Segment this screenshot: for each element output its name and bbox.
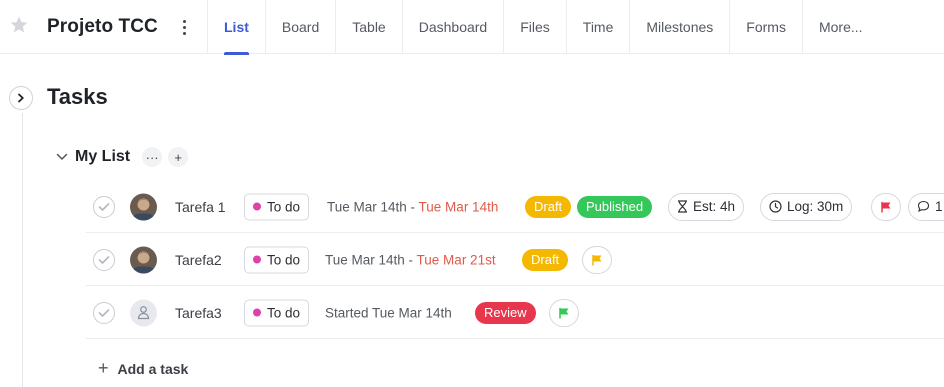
project-title: Projeto TCC: [47, 16, 158, 37]
status-dropdown[interactable]: To do: [244, 246, 310, 273]
unassigned-avatar[interactable]: [130, 299, 157, 326]
hourglass-icon: [678, 200, 687, 213]
tag-draft[interactable]: Draft: [522, 248, 569, 271]
due-date: Tue Mar 14th: [418, 199, 499, 214]
list-header: My List ··· +: [55, 146, 194, 168]
project-menu-icon[interactable]: [179, 18, 189, 36]
task-name[interactable]: Tarefa 1: [175, 199, 226, 215]
tab-more[interactable]: More...: [801, 0, 879, 54]
tag-published[interactable]: Published: [577, 195, 653, 218]
status-dot: [253, 308, 261, 317]
start-date: Tue Mar 14th -: [327, 199, 419, 214]
add-to-list-button[interactable]: +: [168, 147, 189, 167]
tag-draft[interactable]: Draft: [525, 195, 572, 218]
flag-icon: [559, 307, 569, 318]
task-dates[interactable]: Tue Mar 14th - Tue Mar 14th: [327, 199, 498, 214]
clock-icon: [769, 200, 782, 213]
complete-task-checkbox[interactable]: [93, 248, 115, 271]
chevron-right-icon: [18, 93, 24, 103]
star-icon[interactable]: [9, 15, 29, 35]
add-task-label: Add a task: [117, 360, 189, 377]
time-log-label: Log: 30m: [787, 199, 844, 214]
task-row[interactable]: Tarefa 1 To do Tue Mar 14th - Tue Mar 14…: [86, 181, 944, 233]
task-name[interactable]: Tarefa3: [175, 305, 222, 321]
list-title[interactable]: My List: [75, 148, 130, 166]
user-icon: [137, 306, 150, 320]
tag-review[interactable]: Review: [475, 301, 536, 324]
check-icon: [98, 308, 110, 317]
avatar[interactable]: [130, 246, 157, 273]
task-dates[interactable]: Started Tue Mar 14th: [325, 305, 452, 320]
tab-time[interactable]: Time: [565, 0, 630, 54]
estimate-chip[interactable]: Est: 4h: [668, 192, 745, 221]
task-row[interactable]: Tarefa3 To do Started Tue Mar 14th Revie…: [86, 287, 944, 339]
top-navigation: Projeto TCC List Board Table Dashboard F…: [0, 0, 944, 55]
tab-list[interactable]: List: [207, 0, 265, 55]
plus-icon: +: [98, 358, 109, 378]
status-dropdown[interactable]: To do: [244, 299, 310, 326]
status-dropdown[interactable]: To do: [244, 193, 310, 220]
sidebar-rail: [22, 113, 23, 387]
expand-sidebar-button[interactable]: [9, 86, 33, 110]
priority-flag-button[interactable]: [582, 245, 612, 274]
time-log-chip[interactable]: Log: 30m: [760, 192, 853, 221]
task-dates[interactable]: Tue Mar 14th - Tue Mar 21st: [325, 252, 496, 267]
status-label: To do: [267, 305, 301, 320]
start-date: Tue Mar 14th -: [325, 252, 417, 267]
tab-board[interactable]: Board: [264, 0, 335, 54]
comment-count: 1: [935, 199, 943, 214]
view-tabs: List Board Table Dashboard Files Time Mi…: [207, 0, 879, 55]
check-icon: [98, 255, 110, 264]
status-label: To do: [267, 199, 301, 214]
task-row[interactable]: Tarefa2 To do Tue Mar 14th - Tue Mar 21s…: [86, 234, 944, 286]
tab-dashboard[interactable]: Dashboard: [401, 0, 504, 54]
avatar[interactable]: [130, 193, 157, 220]
complete-task-checkbox[interactable]: [93, 195, 115, 218]
tab-files[interactable]: Files: [503, 0, 566, 54]
page-title: Tasks: [47, 84, 108, 109]
flag-icon: [881, 201, 891, 212]
estimate-label: Est: 4h: [693, 199, 736, 214]
tab-table[interactable]: Table: [335, 0, 401, 54]
list-options-button[interactable]: ···: [142, 147, 163, 167]
complete-task-checkbox[interactable]: [93, 301, 115, 324]
status-dot: [253, 255, 261, 264]
due-date: Tue Mar 21st: [416, 252, 496, 267]
check-icon: [98, 202, 110, 211]
status-dot: [253, 202, 261, 211]
add-task-button[interactable]: + Add a task: [98, 358, 188, 379]
start-date: Started Tue Mar 14th: [325, 305, 452, 320]
tab-milestones[interactable]: Milestones: [629, 0, 729, 54]
task-name[interactable]: Tarefa2: [175, 252, 222, 268]
priority-flag-button[interactable]: [871, 192, 901, 221]
status-label: To do: [267, 252, 301, 267]
tab-forms[interactable]: Forms: [729, 0, 802, 54]
chevron-down-icon[interactable]: [55, 150, 69, 164]
comments-chip[interactable]: 1: [908, 192, 944, 221]
priority-flag-button[interactable]: [549, 298, 579, 327]
flag-icon: [592, 254, 602, 265]
comment-icon: [917, 200, 930, 213]
